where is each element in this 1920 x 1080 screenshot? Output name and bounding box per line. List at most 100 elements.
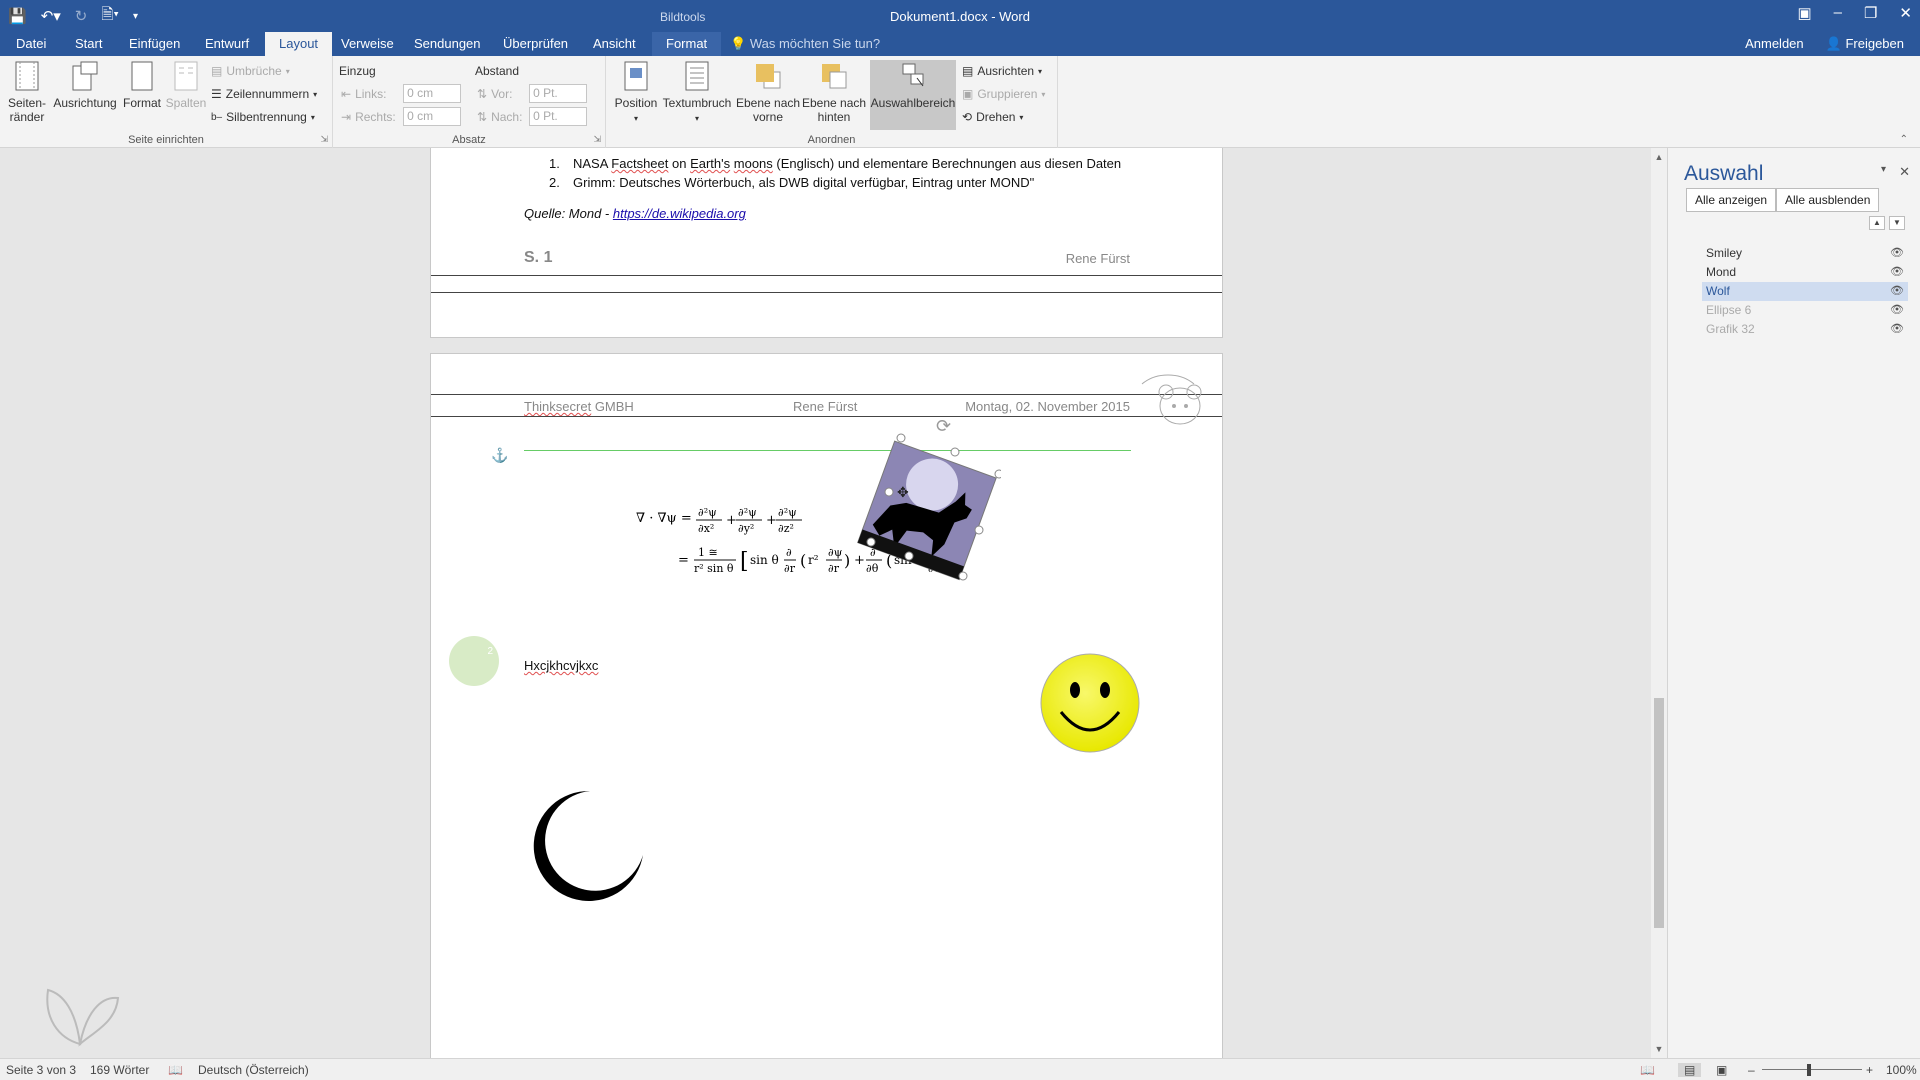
- list-number: 2.: [549, 175, 560, 190]
- spelling-word[interactable]: Thinksecret: [524, 399, 591, 414]
- pane-item-mond[interactable]: Mond 👁: [1702, 263, 1908, 282]
- tell-me-text: Was möchten Sie tun?: [749, 36, 881, 51]
- svg-text:∂²ψ: ∂²ψ: [698, 506, 717, 519]
- read-mode-icon[interactable]: 📖: [1640, 1063, 1655, 1077]
- tab-start[interactable]: Start: [67, 32, 110, 56]
- rotate-label: Drehen: [976, 110, 1016, 124]
- tab-layout[interactable]: Layout: [265, 32, 333, 56]
- rotate-button[interactable]: ⟲ Drehen ▾: [962, 108, 1023, 126]
- status-page[interactable]: Seite 3 von 3: [6, 1063, 76, 1077]
- send-backward-button[interactable]: Ebene nach hinten: [802, 60, 866, 124]
- spelling-word[interactable]: moons: [734, 156, 773, 171]
- pane-item-label: Mond: [1706, 265, 1737, 279]
- group-label: Gruppieren: [977, 87, 1038, 101]
- zoom-out-icon[interactable]: –: [1748, 1063, 1755, 1077]
- orientation-label: Ausrichtung: [53, 96, 117, 110]
- bring-forward-button[interactable]: Ebene nach vorne: [736, 60, 800, 124]
- indent-right-icon: ⇥: [341, 109, 352, 124]
- print-layout-icon[interactable]: ▤: [1678, 1063, 1702, 1077]
- ellipse-shape[interactable]: 2: [449, 636, 499, 686]
- svg-text:∂z²: ∂z²: [778, 522, 794, 535]
- eye-icon[interactable]: 👁: [1890, 282, 1904, 301]
- web-layout-icon[interactable]: ▣: [1716, 1063, 1727, 1077]
- list-text: on: [668, 156, 691, 171]
- margins-button[interactable]: Seiten- ränder: [4, 60, 50, 124]
- tab-entwurf[interactable]: Entwurf: [197, 32, 257, 56]
- ribbon-display-icon[interactable]: ▣: [1797, 4, 1811, 22]
- vertical-scrollbar[interactable]: ▲ ▼: [1651, 148, 1667, 1058]
- close-icon[interactable]: ✕: [1899, 4, 1912, 22]
- pane-close-icon[interactable]: ✕: [1899, 164, 1910, 180]
- indent-left-icon: ⇤: [341, 86, 352, 101]
- move-cursor-icon: ✥: [897, 484, 909, 500]
- pane-item-ellipse-6[interactable]: Ellipse 6 👁: [1702, 301, 1908, 320]
- pane-options-icon[interactable]: ▾: [1881, 164, 1886, 175]
- scroll-down-icon[interactable]: ▼: [1651, 1044, 1667, 1054]
- show-all-button[interactable]: Alle anzeigen: [1686, 188, 1777, 212]
- share-button[interactable]: 👤 Freigeben: [1826, 32, 1904, 56]
- group-paragraph-label: Absatz: [452, 134, 486, 146]
- spacing-after-input[interactable]: 0 Pt.: [529, 107, 588, 126]
- page-setup-launcher-icon[interactable]: ⇲: [320, 134, 328, 145]
- body-text[interactable]: Hxcjkhcvjkxc: [524, 658, 598, 673]
- tab-einfuegen[interactable]: Einfügen: [121, 32, 188, 56]
- chevron-down-icon: ▾: [1038, 66, 1043, 76]
- spelling-word[interactable]: Earth's: [690, 156, 730, 171]
- pane-item-grafik-32[interactable]: Grafik 32 👁: [1702, 320, 1908, 339]
- anchor-icon[interactable]: ⚓: [491, 447, 508, 464]
- tab-ansicht[interactable]: Ansicht: [585, 32, 644, 56]
- collapse-ribbon-icon[interactable]: ⌃: [1900, 134, 1908, 145]
- pane-item-wolf[interactable]: Wolf 👁: [1702, 282, 1908, 301]
- selection-pane-button[interactable]: Auswahlbereich: [870, 60, 956, 130]
- spacing-before-input[interactable]: 0 Pt.: [529, 84, 588, 103]
- pane-item-smiley[interactable]: Smiley 👁: [1702, 244, 1908, 263]
- eye-icon[interactable]: 👁: [1890, 320, 1904, 339]
- indent-left-input[interactable]: 0 cm: [403, 84, 462, 103]
- align-button[interactable]: ▤ Ausrichten ▾: [962, 62, 1042, 80]
- position-button[interactable]: Position ▾: [614, 60, 658, 126]
- green-line[interactable]: [524, 450, 1131, 451]
- wrap-text-button[interactable]: Textumbruch ▾: [662, 60, 732, 126]
- scroll-thumb[interactable]: [1654, 698, 1664, 928]
- zoom-in-icon[interactable]: +: [1866, 1063, 1873, 1077]
- proofing-icon[interactable]: 📖: [168, 1063, 183, 1077]
- move-up-icon[interactable]: ▲: [1869, 216, 1885, 230]
- moon-icon[interactable]: [531, 787, 649, 905]
- hyphenation-button[interactable]: b– Silbentrennung ▾: [211, 108, 315, 126]
- wolf-picture[interactable]: [851, 432, 1004, 582]
- eye-icon[interactable]: 👁: [1890, 263, 1904, 282]
- status-words[interactable]: 169 Wörter: [90, 1063, 149, 1077]
- eye-icon[interactable]: 👁: [1890, 301, 1904, 320]
- breaks-button[interactable]: ▤ Umbrüche ▾: [211, 62, 290, 80]
- size-button[interactable]: Format: [120, 60, 164, 110]
- paragraph-launcher-icon[interactable]: ⇲: [593, 134, 601, 145]
- tab-verweise[interactable]: Verweise: [333, 32, 402, 56]
- zoom-level[interactable]: 100%: [1886, 1063, 1917, 1077]
- move-down-icon[interactable]: ▼: [1889, 216, 1905, 230]
- tab-ueberpruefen[interactable]: Überprüfen: [495, 32, 576, 56]
- svg-text:): ): [844, 551, 850, 570]
- source-link[interactable]: https://de.wikipedia.org: [613, 206, 746, 221]
- line-numbers-button[interactable]: ☰ Zeilennummern ▾: [211, 85, 317, 103]
- zoom-slider-thumb[interactable]: [1807, 1064, 1811, 1076]
- hide-all-button[interactable]: Alle ausblenden: [1776, 188, 1880, 212]
- tell-me-box[interactable]: 💡 Was möchten Sie tun?: [730, 32, 880, 56]
- tab-format[interactable]: Format: [652, 32, 722, 56]
- tab-sendungen[interactable]: Sendungen: [406, 32, 489, 56]
- signin-link[interactable]: Anmelden: [1745, 32, 1804, 56]
- scroll-up-icon[interactable]: ▲: [1651, 152, 1667, 162]
- indent-right-input[interactable]: 0 cm: [403, 107, 462, 126]
- smiley-icon[interactable]: [1039, 652, 1141, 754]
- group-button[interactable]: ▣ Gruppieren ▾: [962, 85, 1045, 103]
- minimize-icon[interactable]: –: [1834, 4, 1842, 22]
- restore-icon[interactable]: ❐: [1864, 4, 1877, 22]
- zoom-slider[interactable]: [1762, 1069, 1862, 1070]
- columns-button[interactable]: Spalten: [164, 60, 208, 110]
- rotate-handle-icon[interactable]: ⟳: [936, 416, 951, 437]
- orientation-button[interactable]: Ausrichtung: [52, 60, 118, 110]
- tab-datei[interactable]: Datei: [8, 32, 54, 56]
- spelling-word[interactable]: Factsheet: [611, 156, 668, 171]
- status-language[interactable]: Deutsch (Österreich): [198, 1063, 309, 1077]
- svg-text:[: [: [740, 549, 749, 574]
- eye-icon[interactable]: 👁: [1890, 244, 1904, 263]
